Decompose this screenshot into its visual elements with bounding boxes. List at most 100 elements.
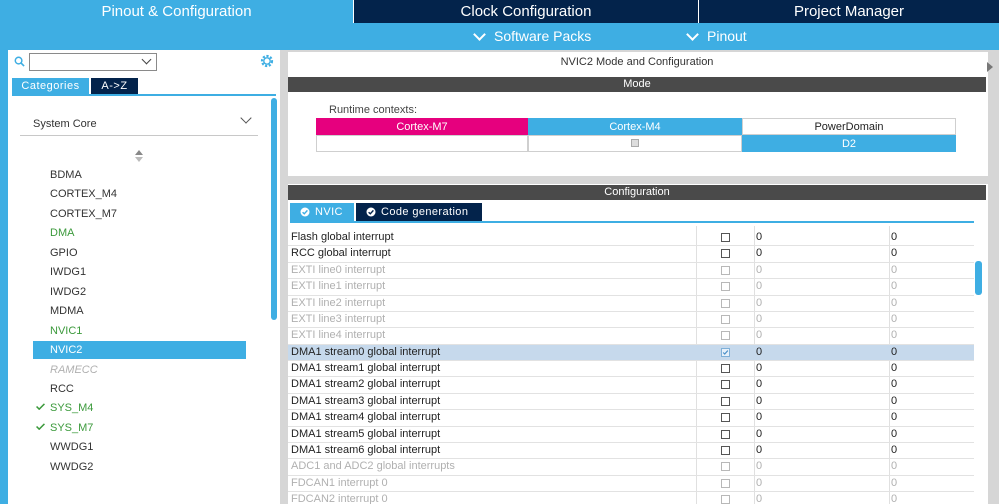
- sub-priority-value[interactable]: 0: [891, 378, 897, 390]
- tab-clock-configuration[interactable]: Clock Configuration: [353, 0, 698, 23]
- preemption-priority-value[interactable]: 0: [756, 395, 762, 407]
- sub-priority-value[interactable]: 0: [891, 493, 897, 504]
- sub-priority-value[interactable]: 0: [891, 264, 897, 276]
- enable-checkbox[interactable]: [721, 265, 730, 275]
- sub-priority-value[interactable]: 0: [891, 313, 897, 325]
- component-item[interactable]: GPIO: [33, 244, 246, 262]
- table-row[interactable]: EXTI line4 interrupt 0 0: [288, 328, 974, 345]
- left-scrollbar[interactable]: [271, 98, 277, 320]
- preemption-priority-value[interactable]: 0: [756, 247, 762, 259]
- preemption-priority-value[interactable]: 0: [756, 444, 762, 456]
- sub-priority-value[interactable]: 0: [891, 231, 897, 243]
- tab-code-generation[interactable]: Code generation: [356, 203, 482, 221]
- component-item[interactable]: RCC: [33, 380, 246, 398]
- component-item[interactable]: SYS_M4: [33, 399, 246, 417]
- enable-checkbox[interactable]: [721, 445, 730, 455]
- enable-checkbox[interactable]: [721, 282, 730, 292]
- enable-checkbox[interactable]: [721, 314, 730, 324]
- preemption-priority-value[interactable]: 0: [756, 231, 762, 243]
- software-packs-menu[interactable]: Software Packs: [473, 23, 591, 50]
- table-row[interactable]: ADC1 and ADC2 global interrupts 0 0: [288, 459, 974, 476]
- enable-checkbox[interactable]: [721, 331, 730, 341]
- preemption-priority-value[interactable]: 0: [756, 477, 762, 489]
- table-row[interactable]: EXTI line2 interrupt 0 0: [288, 296, 974, 312]
- search-icon[interactable]: [14, 56, 25, 67]
- table-row[interactable]: EXTI line1 interrupt 0 0: [288, 279, 974, 296]
- sub-priority-value[interactable]: 0: [891, 329, 897, 341]
- preemption-priority-value[interactable]: 0: [756, 362, 762, 374]
- enable-checkbox[interactable]: [721, 233, 730, 242]
- component-item[interactable]: NVIC2: [33, 341, 246, 360]
- table-row[interactable]: DMA1 stream6 global interrupt 0 0: [288, 443, 974, 460]
- preemption-priority-value[interactable]: 0: [756, 460, 762, 472]
- component-item[interactable]: WWDG1: [33, 438, 246, 456]
- component-item[interactable]: IWDG1: [33, 263, 246, 281]
- cortex-m4-checkbox[interactable]: [631, 139, 639, 147]
- sub-priority-value[interactable]: 0: [891, 444, 897, 456]
- component-item[interactable]: IWDG2: [33, 283, 246, 301]
- table-row[interactable]: DMA1 stream5 global interrupt 0 0: [288, 427, 974, 443]
- enable-checkbox[interactable]: [721, 396, 730, 406]
- component-item[interactable]: WWDG2: [33, 458, 246, 476]
- sub-priority-value[interactable]: 0: [891, 346, 897, 358]
- preemption-priority-value[interactable]: 0: [756, 280, 762, 292]
- pinout-menu[interactable]: Pinout: [686, 23, 747, 50]
- enable-checkbox[interactable]: [721, 478, 730, 488]
- component-item[interactable]: SYS_M7: [33, 419, 246, 437]
- component-item[interactable]: MDMA: [33, 302, 246, 320]
- preemption-priority-value[interactable]: 0: [756, 378, 762, 390]
- enable-checkbox[interactable]: [721, 495, 730, 504]
- sub-priority-value[interactable]: 0: [891, 428, 897, 440]
- preemption-priority-value[interactable]: 0: [756, 264, 762, 276]
- table-row[interactable]: FDCAN1 interrupt 0 0 0: [288, 476, 974, 493]
- tab-categories[interactable]: Categories: [12, 78, 89, 94]
- system-core-group[interactable]: System Core: [20, 106, 258, 136]
- table-row[interactable]: Flash global interrupt 0 0: [288, 230, 974, 247]
- expand-arrow-icon[interactable]: [987, 62, 993, 72]
- sub-priority-value[interactable]: 0: [891, 362, 897, 374]
- component-item[interactable]: RAMECC: [33, 361, 246, 379]
- enable-checkbox[interactable]: [721, 298, 730, 308]
- table-row[interactable]: DMA1 stream0 global interrupt 0 0: [288, 344, 974, 362]
- sub-priority-value[interactable]: 0: [891, 280, 897, 292]
- sub-priority-value[interactable]: 0: [891, 297, 897, 309]
- table-row[interactable]: FDCAN2 interrupt 0 0 0: [288, 492, 974, 504]
- component-item[interactable]: CORTEX_M7: [33, 205, 246, 223]
- tab-project-manager[interactable]: Project Manager: [698, 0, 999, 23]
- enable-checkbox[interactable]: [721, 429, 730, 439]
- enable-checkbox[interactable]: [721, 249, 730, 259]
- table-row[interactable]: RCC global interrupt 0 0: [288, 246, 974, 263]
- preemption-priority-value[interactable]: 0: [756, 411, 762, 423]
- preemption-priority-value[interactable]: 0: [756, 329, 762, 341]
- table-row[interactable]: DMA1 stream1 global interrupt 0 0: [288, 361, 974, 378]
- search-dropdown[interactable]: [29, 53, 157, 71]
- tab-pinout-configuration[interactable]: Pinout & Configuration: [0, 0, 353, 23]
- component-item[interactable]: NVIC1: [33, 322, 246, 340]
- table-row[interactable]: EXTI line0 interrupt 0 0: [288, 263, 974, 280]
- table-row[interactable]: DMA1 stream2 global interrupt 0 0: [288, 377, 974, 394]
- table-row[interactable]: DMA1 stream4 global interrupt 0 0: [288, 410, 974, 427]
- sub-priority-value[interactable]: 0: [891, 477, 897, 489]
- sort-icon[interactable]: [134, 149, 144, 163]
- enable-checkbox[interactable]: [721, 347, 730, 357]
- powerdomain-value[interactable]: D2: [742, 135, 956, 152]
- sub-priority-value[interactable]: 0: [891, 460, 897, 472]
- preemption-priority-value[interactable]: 0: [756, 493, 762, 504]
- gear-icon[interactable]: [259, 53, 275, 69]
- preemption-priority-value[interactable]: 0: [756, 313, 762, 325]
- component-item[interactable]: CORTEX_M4: [33, 185, 246, 203]
- sub-priority-value[interactable]: 0: [891, 411, 897, 423]
- sub-priority-value[interactable]: 0: [891, 395, 897, 407]
- tab-a-to-z[interactable]: A->Z: [91, 78, 138, 94]
- component-item[interactable]: DMA: [33, 224, 246, 242]
- enable-checkbox[interactable]: [721, 364, 730, 374]
- table-row[interactable]: EXTI line3 interrupt 0 0: [288, 312, 974, 329]
- preemption-priority-value[interactable]: 0: [756, 346, 762, 358]
- preemption-priority-value[interactable]: 0: [756, 297, 762, 309]
- enable-checkbox[interactable]: [721, 380, 730, 390]
- preemption-priority-value[interactable]: 0: [756, 428, 762, 440]
- enable-checkbox[interactable]: [721, 462, 730, 472]
- table-scrollbar[interactable]: [975, 261, 982, 295]
- table-row[interactable]: DMA1 stream3 global interrupt 0 0: [288, 394, 974, 411]
- component-item[interactable]: BDMA: [33, 166, 246, 184]
